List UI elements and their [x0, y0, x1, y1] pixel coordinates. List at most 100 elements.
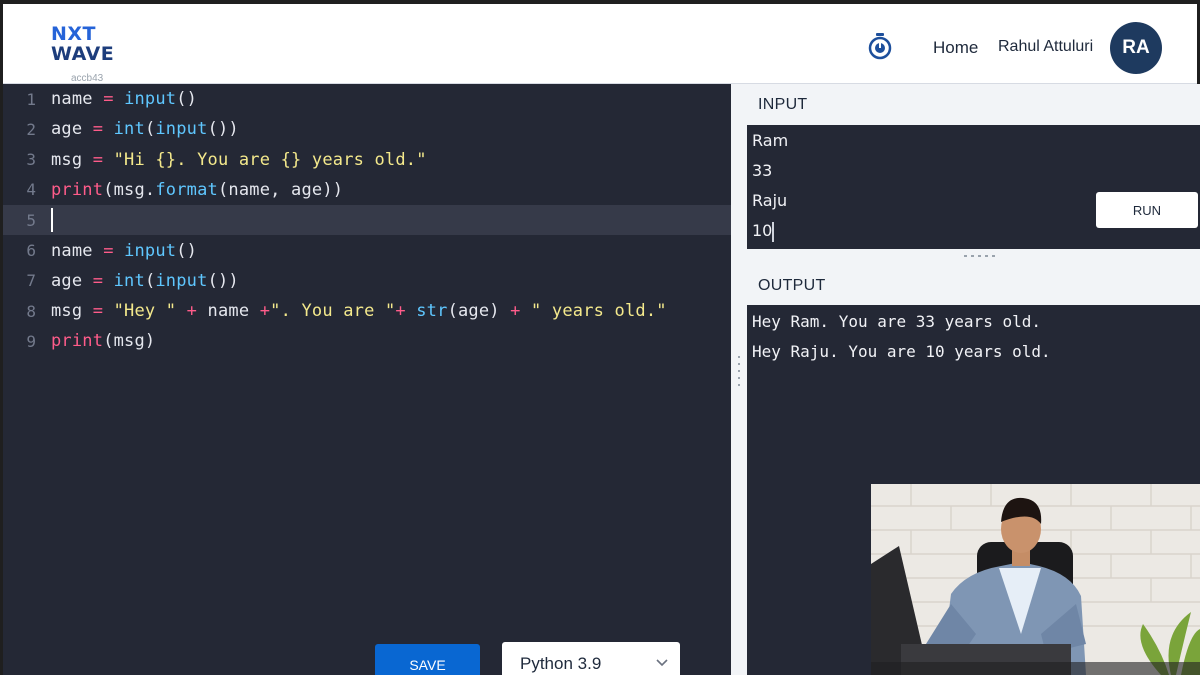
code-token: () — [176, 89, 198, 109]
save-button[interactable]: SAVE — [375, 644, 480, 675]
code-line[interactable]: 4 print(msg.format(name, age)) — [3, 175, 731, 205]
code-line[interactable]: 2 age = int(input()) — [3, 114, 731, 144]
code-token: str — [416, 301, 448, 322]
drag-handle-dots-icon — [964, 255, 995, 257]
code-token: int — [113, 119, 145, 140]
code-token: = — [92, 149, 104, 170]
code-line[interactable]: 1 name = input() — [3, 84, 731, 114]
code-token: (name, age)) — [217, 179, 344, 200]
code-line[interactable]: 3 msg = "Hi {}. You are {} years old." — [3, 145, 731, 175]
code-text[interactable]: age = int(input()) — [43, 271, 239, 291]
avatar[interactable]: RA — [1110, 22, 1162, 74]
code-text[interactable]: msg = "Hey " + name +". You are "+ str(a… — [43, 301, 667, 321]
input-line: 10 — [752, 221, 775, 242]
code-token: ". You are " — [270, 301, 396, 322]
code-token: + — [510, 301, 521, 322]
input-line: Ram — [752, 131, 789, 150]
line-number: 4 — [26, 180, 36, 200]
code-token: msg — [51, 301, 93, 322]
output-line: Hey Raju. You are 10 years old. — [752, 342, 1051, 361]
code-token: input — [155, 270, 208, 291]
code-text[interactable]: print(msg.format(name, age)) — [43, 180, 343, 200]
code-token: = — [103, 89, 114, 109]
nav-home-link[interactable]: Home — [933, 38, 978, 58]
code-line[interactable]: 7 age = int(input()) — [3, 266, 731, 296]
line-number: 2 — [26, 119, 36, 139]
code-token: + — [395, 301, 406, 322]
code-token: (age) — [447, 301, 511, 322]
line-number: 7 — [26, 271, 36, 291]
code-editor[interactable]: 1 name = input() 2 age = int(input()) 3 msg =… — [3, 84, 731, 675]
text-cursor — [772, 221, 775, 242]
code-text[interactable]: print(msg) — [43, 331, 155, 351]
code-token: + — [259, 301, 271, 322]
user-name[interactable]: Rahul Attuluri — [998, 38, 1093, 56]
code-token: msg — [51, 149, 93, 170]
code-token: input — [124, 240, 177, 261]
input-panel-header: INPUT — [747, 84, 1200, 125]
code-text[interactable] — [43, 208, 53, 233]
code-token: = — [92, 270, 104, 291]
session-code: accb43 — [71, 73, 104, 84]
code-token: name — [51, 89, 104, 109]
line-number: 5 — [26, 210, 36, 230]
vertical-resize-handle[interactable] — [731, 84, 747, 675]
language-select[interactable]: Python 3.9 — [502, 642, 680, 675]
code-token: = — [92, 119, 104, 140]
run-button[interactable]: RUN — [1096, 192, 1198, 228]
line-number: 9 — [26, 331, 36, 351]
code-token: age — [51, 119, 93, 140]
language-select-value: Python 3.9 — [520, 653, 602, 673]
nxtwave-logo[interactable]: NXT WAVE — [51, 24, 121, 70]
code-token: (msg. — [103, 179, 156, 200]
instructor-webcam-video — [871, 484, 1200, 675]
output-label: OUTPUT — [758, 277, 826, 294]
line-number: 1 — [26, 89, 36, 109]
drag-handle-dots-icon — [738, 356, 740, 396]
app-header: NXT WAVE accb43 Home Rahul Attuluri RA — [3, 4, 1197, 84]
line-number: 8 — [26, 301, 36, 321]
horizontal-resize-handle[interactable] — [747, 249, 1200, 265]
code-text[interactable]: msg = "Hi {}. You are {} years old." — [43, 150, 427, 170]
line-number: 6 — [26, 241, 36, 260]
code-token: format — [155, 179, 218, 200]
code-token: + — [186, 301, 198, 322]
code-token: print — [51, 179, 104, 200]
code-line[interactable]: 8 msg = "Hey " + name +". You are "+ str(… — [3, 296, 731, 326]
output-panel-header: OUTPUT — [747, 265, 1200, 305]
input-label: INPUT — [758, 96, 808, 113]
code-line[interactable]: 9 print(msg) — [3, 326, 731, 356]
code-token: = — [92, 301, 104, 322]
logo-text-top: NXT — [51, 23, 97, 45]
code-token: ()) — [207, 119, 239, 140]
chevron-down-icon — [656, 659, 668, 667]
code-line[interactable]: 6 name = input() — [3, 236, 731, 266]
code-token: " years old." — [531, 301, 667, 322]
code-token: input — [155, 119, 208, 140]
code-text[interactable]: name = input() — [43, 89, 197, 109]
code-text[interactable]: age = int(input()) — [43, 119, 239, 139]
code-token: ()) — [207, 270, 239, 291]
code-token: = — [103, 240, 114, 261]
code-token: ( — [144, 119, 156, 140]
code-token: age — [51, 270, 93, 291]
code-token: int — [113, 270, 145, 291]
code-token: "Hi {}. You are {} years old." — [113, 149, 427, 170]
code-token: print — [51, 331, 104, 352]
webcam-frame — [871, 484, 1200, 675]
input-line: 33 — [752, 161, 773, 180]
code-token: (msg) — [103, 331, 156, 352]
stopwatch-icon[interactable] — [867, 32, 893, 60]
line-number: 3 — [26, 150, 36, 170]
code-token: name — [197, 301, 260, 322]
logo-text-bottom: WAVE — [51, 43, 115, 65]
code-text[interactable]: name = input() — [43, 241, 197, 261]
code-line[interactable]: 5 — [3, 205, 731, 236]
code-token: ( — [144, 270, 156, 291]
input-textarea[interactable]: Ram 33 Raju 10 — [747, 125, 1200, 249]
